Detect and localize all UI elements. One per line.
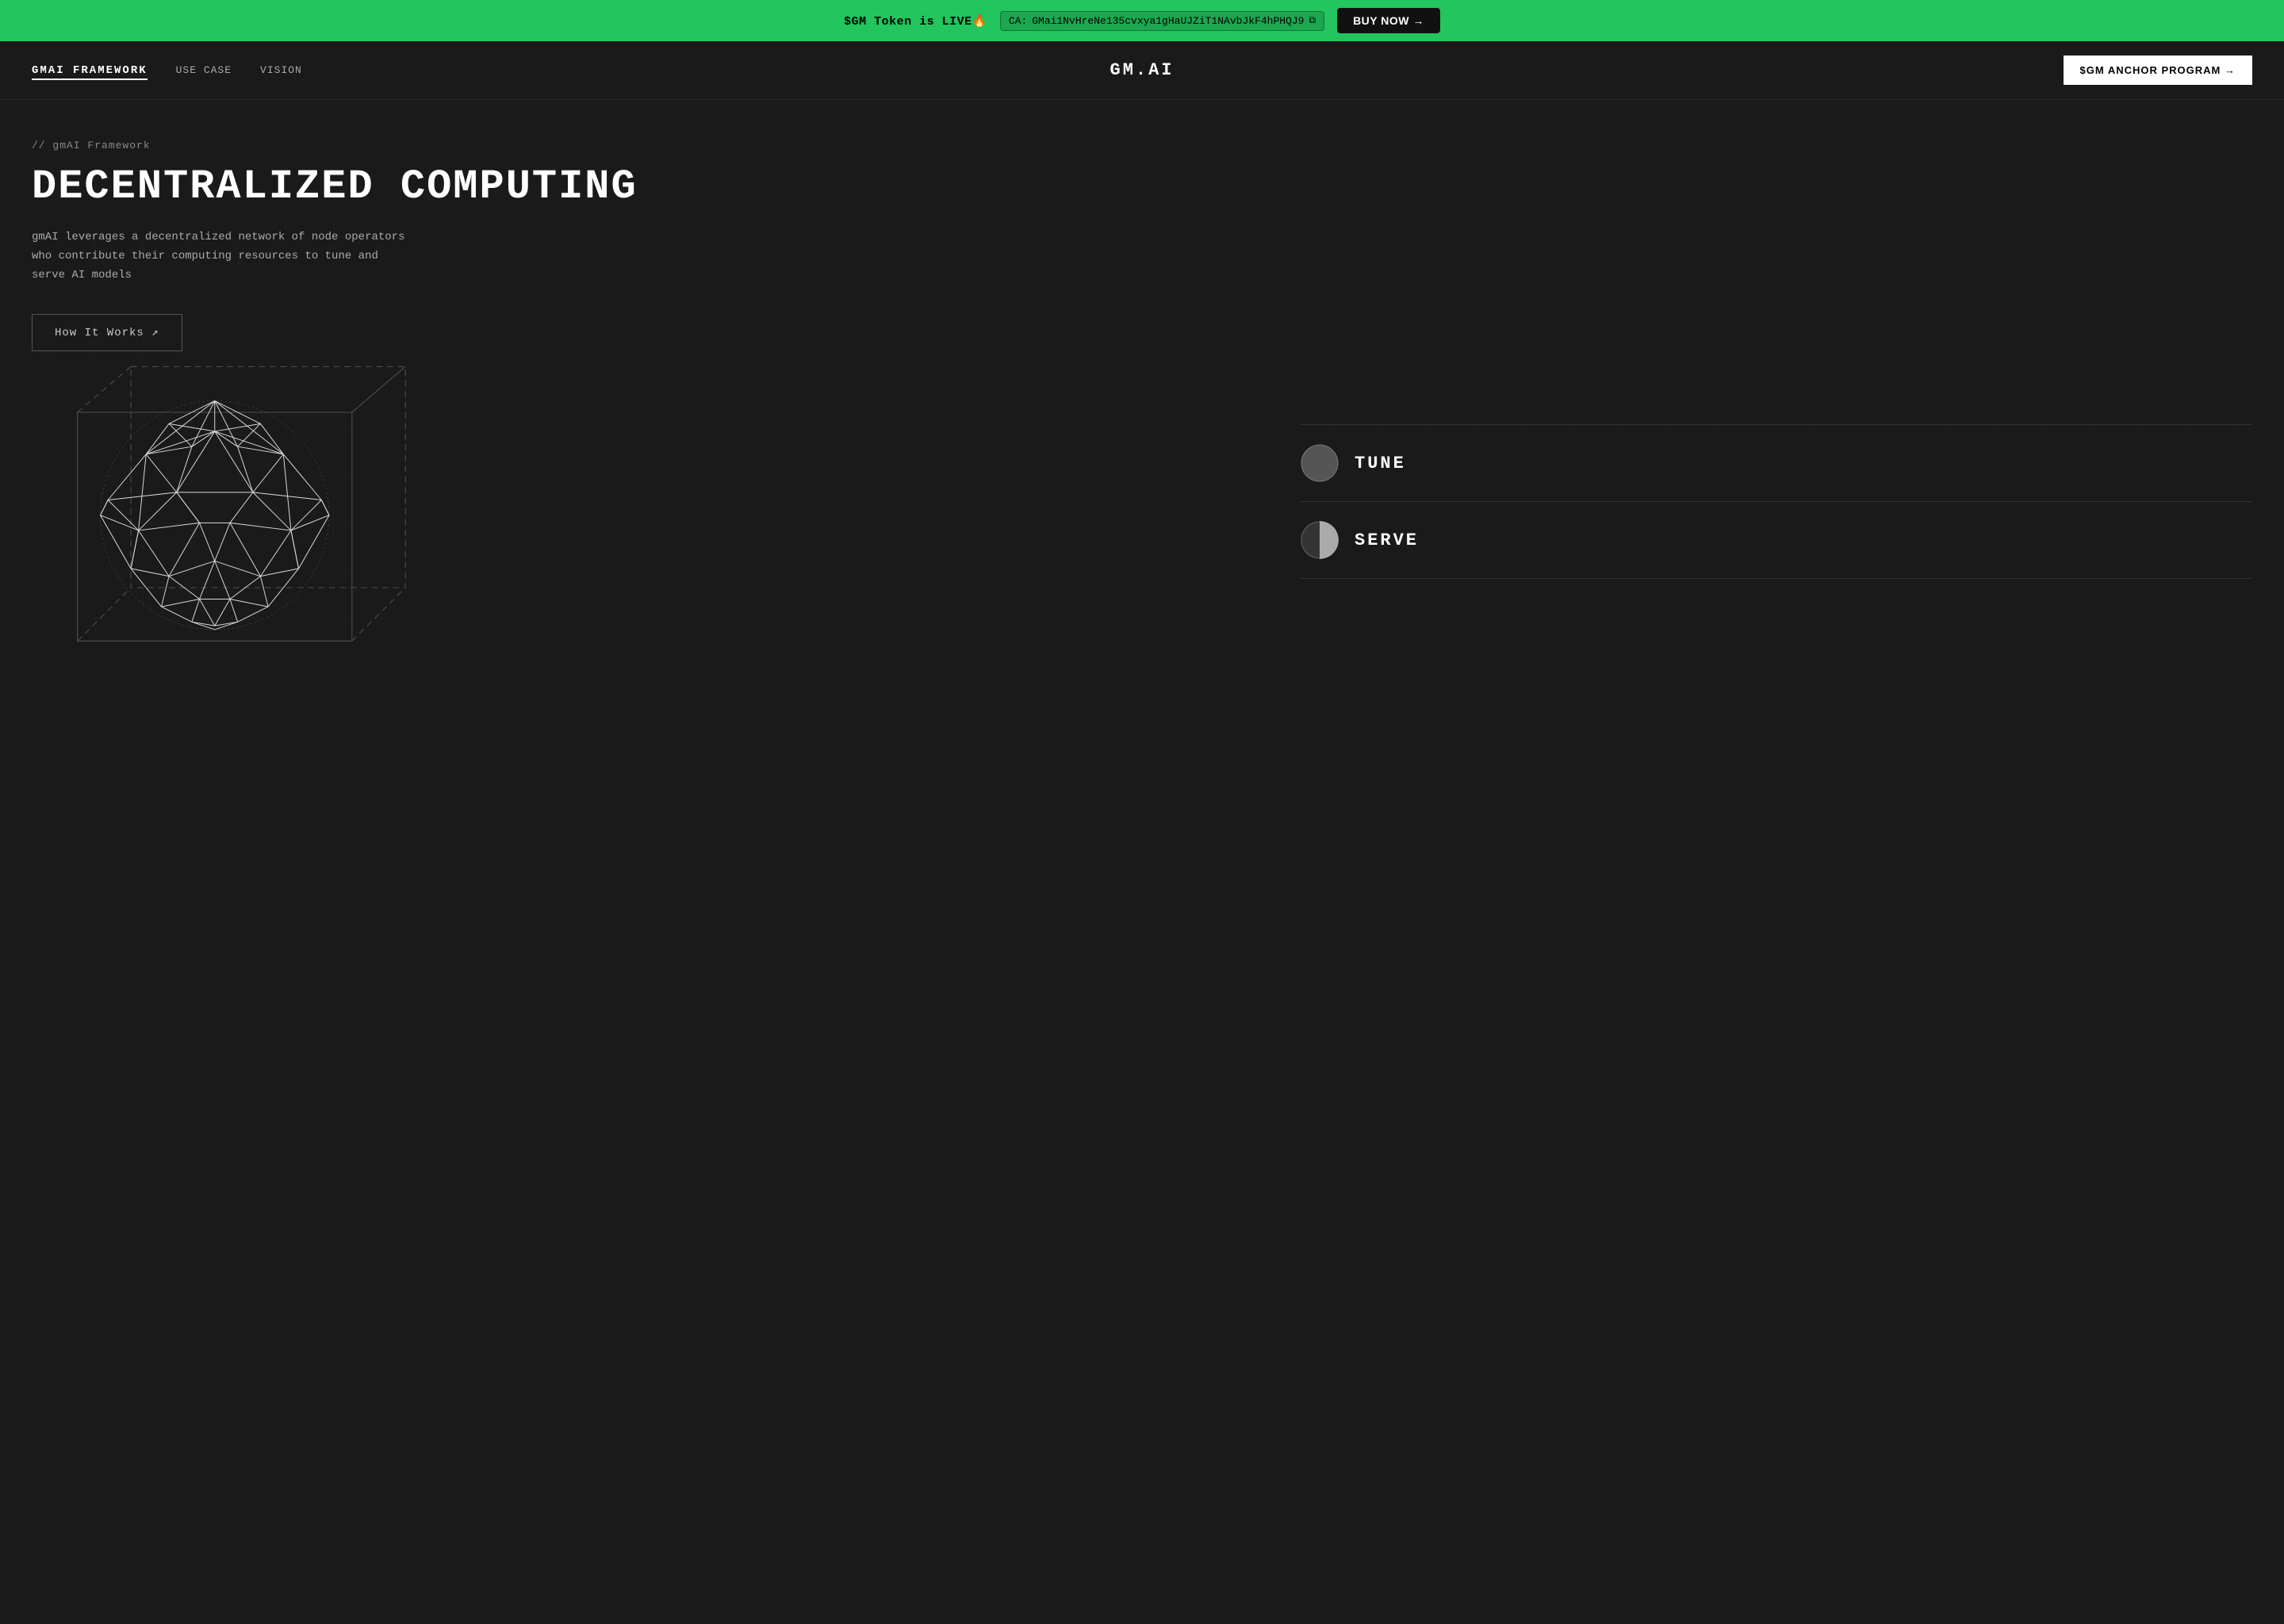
nav-link-use-case[interactable]: USE CASE xyxy=(176,64,232,76)
breadcrumb: // gmAI Framework xyxy=(32,140,1237,151)
tune-icon xyxy=(1301,444,1339,482)
page-title: DECENTRALIZED COMPUTING xyxy=(32,164,1237,209)
top-banner: $GM Token is LIVE🔥 CA: GMai1NvHreNe135cv… xyxy=(0,0,2284,41)
serve-icon xyxy=(1301,521,1339,559)
banner-ca-address: GMai1NvHreNe135cvxya1gHaUJZiT1NAvbJkF4hP… xyxy=(1032,15,1304,27)
sphere-section xyxy=(32,351,1253,706)
features-section: TUNE SERVE xyxy=(1253,140,2252,706)
copy-icon[interactable]: ⧉ xyxy=(1309,15,1316,26)
page-description: gmAI leverages a decentralized network o… xyxy=(32,228,412,285)
nav-brand[interactable]: GMAI FRAMEWORK xyxy=(32,64,148,77)
anchor-program-button[interactable]: $GM ANCHOR PROGRAM → xyxy=(2064,56,2252,85)
nav-left: GMAI FRAMEWORK USE CASE VISION xyxy=(32,64,302,77)
nav-link-vision[interactable]: VISION xyxy=(260,64,302,76)
content-grid: // gmAI Framework DECENTRALIZED COMPUTIN… xyxy=(0,100,2284,737)
serve-label: SERVE xyxy=(1355,530,1419,550)
tune-label: TUNE xyxy=(1355,454,1406,473)
sphere-visualization xyxy=(32,351,428,702)
banner-token-text: $GM Token is LIVE🔥 xyxy=(844,13,987,29)
text-section: // gmAI Framework DECENTRALIZED COMPUTIN… xyxy=(32,140,1253,351)
nav-right: $GM ANCHOR PROGRAM → xyxy=(2064,56,2252,85)
how-it-works-button[interactable]: How It Works ↗ xyxy=(32,314,182,351)
banner-ca-container[interactable]: CA: GMai1NvHreNe135cvxya1gHaUJZiT1NAvbJk… xyxy=(1000,11,1324,31)
buy-now-button[interactable]: BUY NOW → xyxy=(1337,8,1440,33)
banner-ca-label: CA: xyxy=(1009,15,1027,27)
navbar: GMAI FRAMEWORK USE CASE VISION GM.AI $GM… xyxy=(0,41,2284,100)
nav-logo[interactable]: GM.AI xyxy=(1109,60,1174,80)
feature-tune[interactable]: TUNE xyxy=(1301,424,2252,502)
feature-serve[interactable]: SERVE xyxy=(1301,502,2252,579)
